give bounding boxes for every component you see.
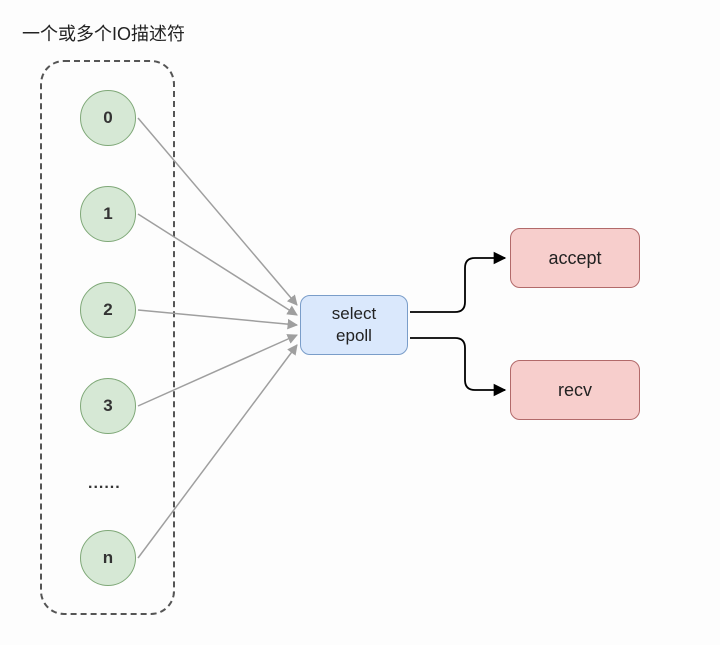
fd-node-0: 0	[80, 90, 136, 146]
selector-line1: select	[332, 303, 376, 325]
arrow-selector-accept	[410, 258, 505, 312]
fd-node-n: n	[80, 530, 136, 586]
arrow-selector-recv	[410, 338, 505, 390]
selector-box: select epoll	[300, 295, 408, 355]
fd-node-3: 3	[80, 378, 136, 434]
recv-box: recv	[510, 360, 640, 420]
fd-ellipsis: ......	[88, 475, 121, 493]
fd-node-1: 1	[80, 186, 136, 242]
accept-box: accept	[510, 228, 640, 288]
diagram-title: 一个或多个IO描述符	[22, 20, 185, 46]
selector-line2: epoll	[336, 325, 372, 347]
fd-node-2: 2	[80, 282, 136, 338]
